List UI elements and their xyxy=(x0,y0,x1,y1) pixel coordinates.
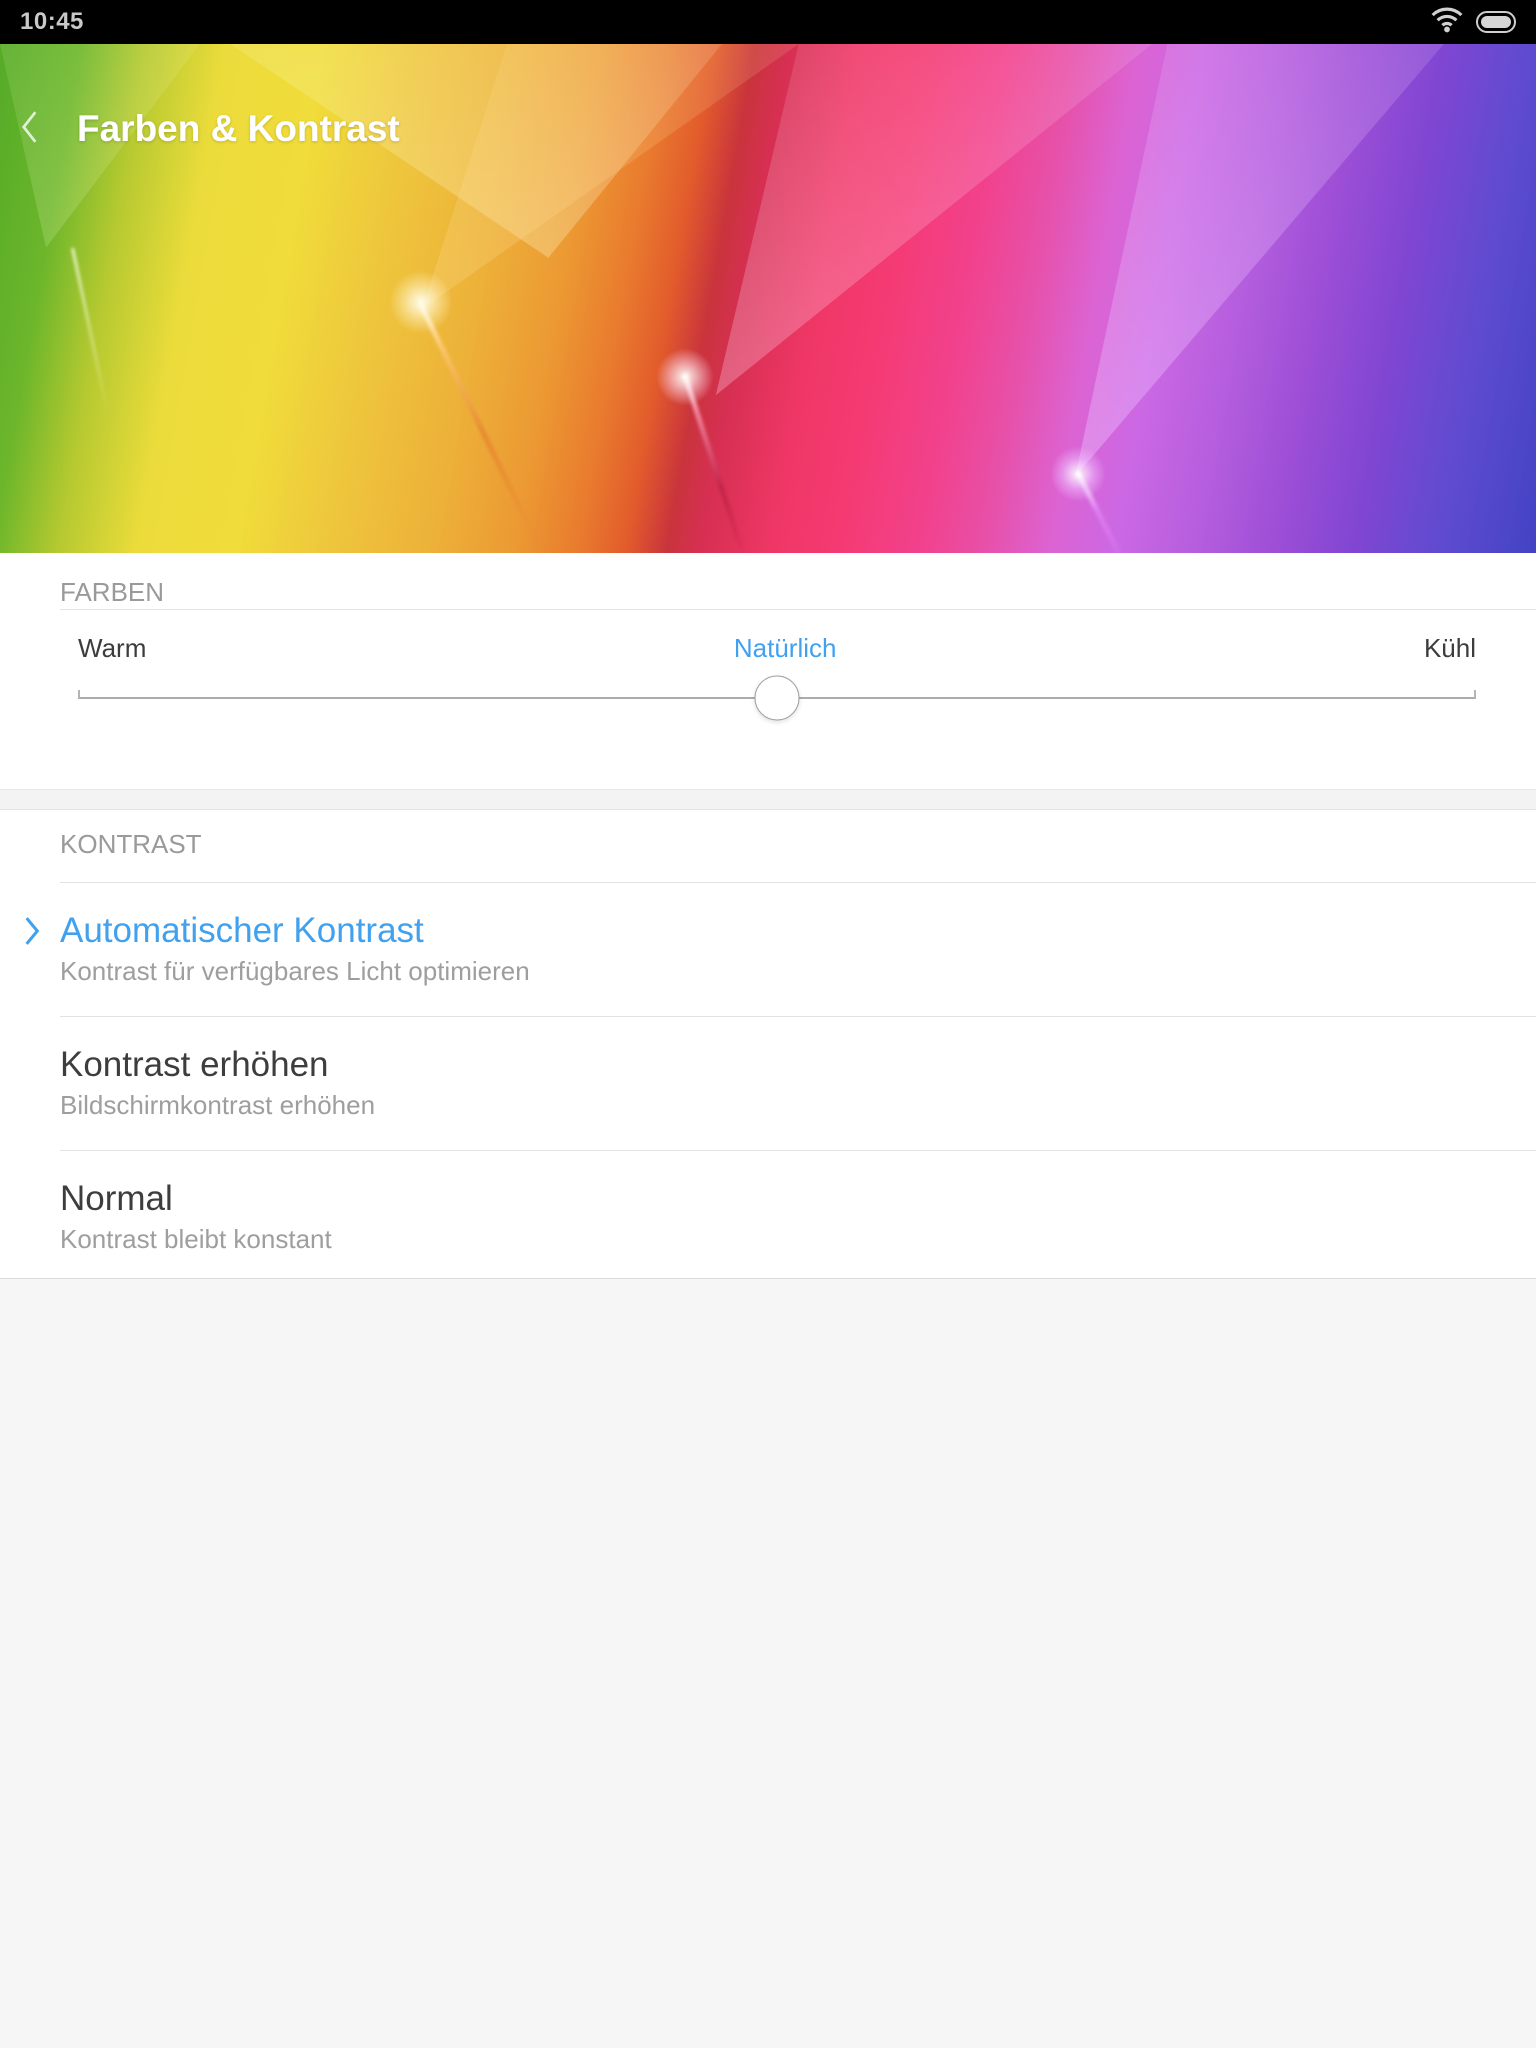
clock-text: 10:45 xyxy=(20,8,84,35)
list-item-automatischer-kontrast[interactable]: Automatischer Kontrast Kontrast für verf… xyxy=(0,883,1536,1016)
status-bar: 10:45 xyxy=(0,0,1536,44)
color-temperature-slider[interactable] xyxy=(78,665,1476,731)
header-wallpaper: Farben & Kontrast xyxy=(0,44,1536,553)
wallpaper-seam xyxy=(682,373,749,553)
battery-fill xyxy=(1481,16,1511,28)
title-bar: Farben & Kontrast xyxy=(0,104,1536,154)
wifi-icon xyxy=(1430,6,1464,38)
wallpaper-glint xyxy=(389,270,453,334)
status-icons xyxy=(1430,6,1516,38)
wallpaper-glint xyxy=(1050,446,1106,502)
section-separator xyxy=(0,789,1536,810)
color-slider-labels: Warm Natürlich Kühl xyxy=(78,631,1476,665)
kontrast-section: KONTRAST Automatischer Kontrast Kontrast… xyxy=(0,810,1536,1278)
item-subtitle: Kontrast für verfügbares Licht optimiere… xyxy=(60,956,530,986)
slider-label-natuerlich: Natürlich xyxy=(733,632,837,663)
wallpaper-seam xyxy=(418,302,537,539)
wallpaper-seam xyxy=(71,247,110,415)
wallpaper-seam xyxy=(1075,470,1130,553)
item-title: Normal xyxy=(60,1179,173,1218)
slider-label-kuehl: Kühl xyxy=(1423,632,1476,663)
farben-section: FARBEN Warm Natürlich Kühl xyxy=(0,553,1536,789)
item-title: Kontrast erhöhen xyxy=(60,1045,329,1084)
back-chevron-icon xyxy=(18,109,40,150)
list-item-normal[interactable]: Normal Kontrast bleibt konstant xyxy=(0,1151,1536,1284)
item-subtitle: Bildschirmkontrast erhöhen xyxy=(60,1090,376,1120)
item-title: Automatischer Kontrast xyxy=(60,911,424,950)
selected-indicator-chevron-icon xyxy=(22,916,42,951)
item-subtitle: Kontrast bleibt konstant xyxy=(60,1224,332,1254)
kontrast-section-label: KONTRAST xyxy=(60,829,202,859)
page-background xyxy=(0,1278,1536,2048)
farben-section-label: FARBEN xyxy=(60,577,165,607)
page-title: Farben & Kontrast xyxy=(77,108,400,149)
back-button[interactable] xyxy=(0,104,58,154)
divider xyxy=(60,609,1536,610)
list-item-kontrast-erhoehen[interactable]: Kontrast erhöhen Bildschirmkontrast erhö… xyxy=(0,1017,1536,1150)
wallpaper-glint xyxy=(656,348,714,406)
slider-thumb[interactable] xyxy=(754,675,800,721)
slider-label-warm: Warm xyxy=(78,632,147,663)
battery-icon xyxy=(1476,11,1516,33)
